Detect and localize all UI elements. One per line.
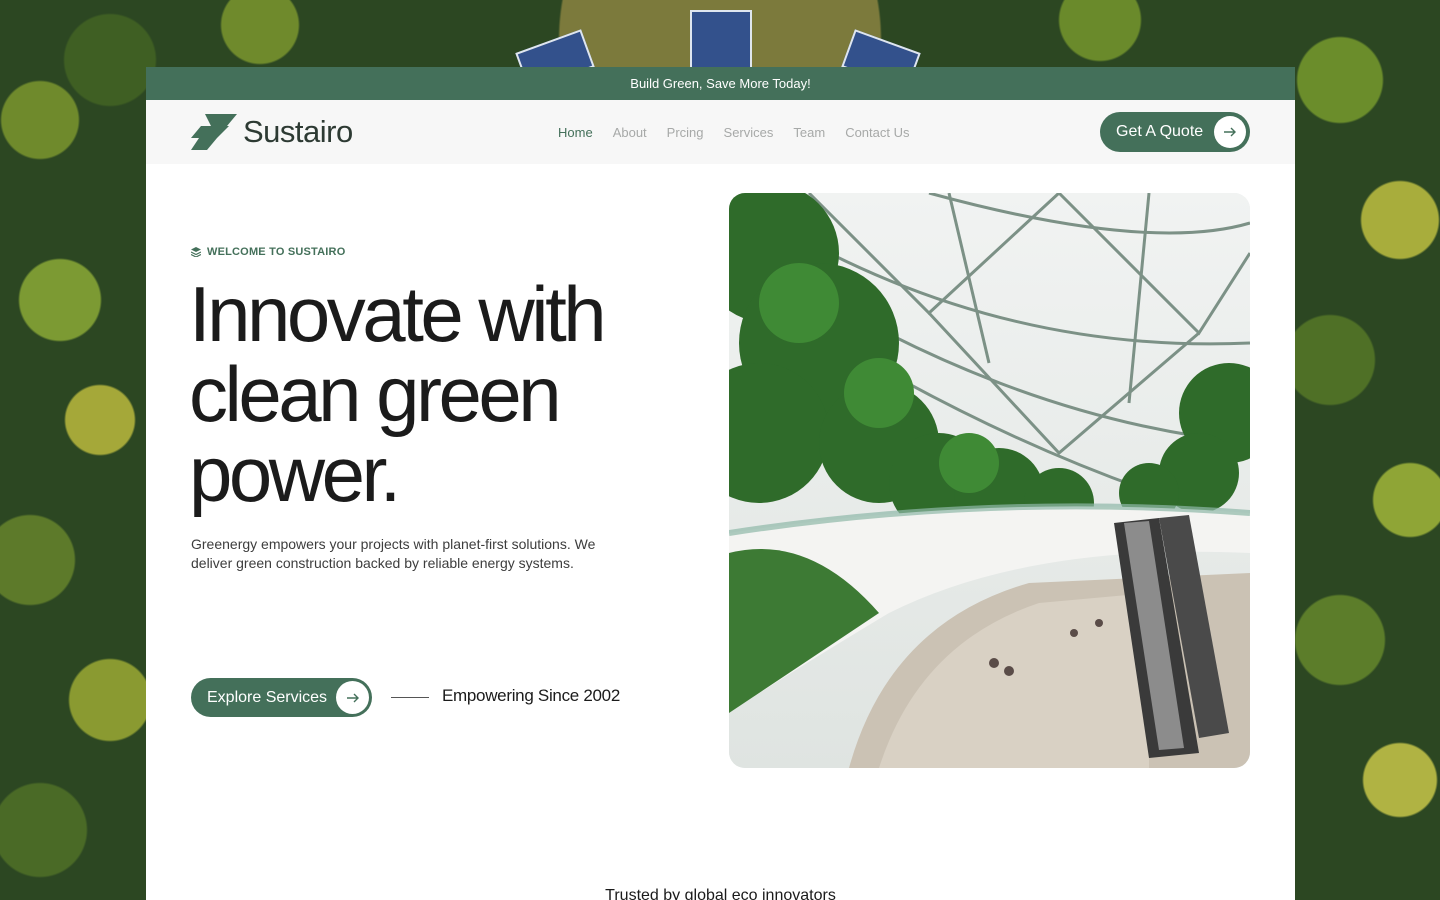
brand-name: Sustairo [243, 114, 353, 149]
brand-logo[interactable]: Sustairo [191, 114, 353, 150]
eyebrow-text: WELCOME TO SUSTAIRO [207, 246, 346, 258]
since-text: Empowering Since 2002 [442, 686, 620, 705]
hero-eyebrow: WELCOME TO SUSTAIRO [191, 246, 345, 258]
nav-item-about[interactable]: About [613, 125, 647, 140]
arrow-right-icon [336, 681, 369, 714]
page-frame: Build Green, Save More Today! Sustairo H… [146, 67, 1295, 900]
hero-image [729, 193, 1250, 768]
headline-line: power. [189, 430, 401, 518]
hero-section: WELCOME TO SUSTAIRO Innovate with clean … [146, 164, 1295, 900]
solar-panel [690, 10, 752, 70]
atrium-illustration [729, 193, 1250, 768]
explore-services-button[interactable]: Explore Services [191, 678, 372, 717]
arrow-right-icon [1214, 116, 1246, 148]
main-menu: Home About Prcing Services Team Contact … [558, 100, 910, 164]
headline-line: clean green [189, 350, 562, 438]
nav-item-services[interactable]: Services [724, 125, 774, 140]
hero-headline: Innovate with clean green power. [189, 274, 659, 514]
nav-item-home[interactable]: Home [558, 125, 593, 140]
get-quote-label: Get A Quote [1116, 123, 1204, 140]
announcement-text: Build Green, Save More Today! [630, 76, 811, 91]
announcement-bar: Build Green, Save More Today! [146, 67, 1295, 100]
nav-item-team[interactable]: Team [793, 125, 825, 140]
layers-icon [191, 247, 201, 257]
get-quote-button[interactable]: Get A Quote [1100, 112, 1250, 152]
nav-item-pricing[interactable]: Prcing [667, 125, 704, 140]
explore-services-label: Explore Services [207, 688, 328, 706]
nav-item-contact[interactable]: Contact Us [845, 125, 909, 140]
hero-description: Greenergy empowers your projects with pl… [191, 536, 596, 571]
trusted-heading: Trusted by global eco innovators [605, 887, 836, 900]
divider-line [391, 697, 429, 698]
navbar: Sustairo Home About Prcing Services Team… [146, 100, 1295, 164]
headline-line: Innovate with [189, 270, 607, 358]
logo-bolt-icon [191, 114, 237, 150]
